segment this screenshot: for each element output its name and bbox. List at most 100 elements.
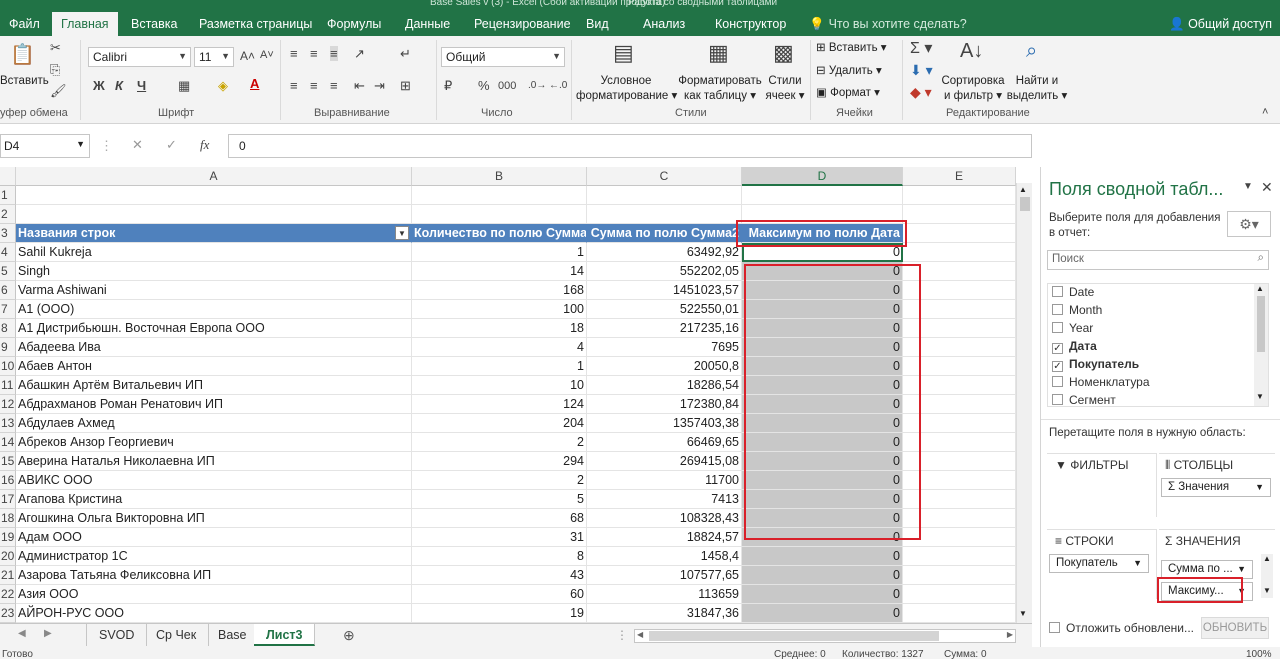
select-all-corner[interactable] xyxy=(0,167,16,186)
qty-cell[interactable]: 100 xyxy=(412,300,587,319)
cell[interactable] xyxy=(903,395,1016,414)
qty-cell[interactable]: 1 xyxy=(412,243,587,262)
column-header-a[interactable]: A xyxy=(16,167,412,186)
cell-styles-button[interactable]: Стили ячеек ▾ xyxy=(764,74,806,104)
conditional-format-icon[interactable]: ▤ xyxy=(613,40,634,66)
row-label-cell[interactable]: Varma Ashiwani xyxy=(16,281,412,300)
row-header[interactable]: 14 xyxy=(0,433,16,452)
scroll-down-icon[interactable]: ▼ xyxy=(1263,586,1271,595)
sum-cell[interactable]: 1451023,57 xyxy=(587,281,742,300)
max-date-cell[interactable]: 0 xyxy=(742,490,903,509)
sum-cell[interactable]: 552202,05 xyxy=(587,262,742,281)
align-left-icon[interactable]: ≡ xyxy=(290,78,298,93)
align-middle-icon[interactable]: ≡ xyxy=(310,46,318,61)
cell[interactable] xyxy=(16,205,412,224)
row-label-cell[interactable]: А1 Дистрибьюшн. Восточная Европа ООО xyxy=(16,319,412,338)
comma-style-icon[interactable]: 000 xyxy=(498,80,516,92)
format-table-icon[interactable]: ▦ xyxy=(708,40,729,66)
merge-cells-icon[interactable]: ⊞ xyxy=(400,78,411,94)
qty-cell[interactable]: 204 xyxy=(412,414,587,433)
max-date-cell[interactable]: 0 xyxy=(742,471,903,490)
cell[interactable] xyxy=(16,186,412,205)
sum-cell[interactable]: 1357403,38 xyxy=(587,414,742,433)
find-select-button[interactable]: Найти и выделить ▾ xyxy=(1006,74,1068,104)
row-label-cell[interactable]: Агапова Кристина xyxy=(16,490,412,509)
tab-design[interactable]: Конструктор xyxy=(706,12,795,36)
qty-cell[interactable]: 4 xyxy=(412,338,587,357)
chevron-down-icon[interactable]: ▼ xyxy=(1243,181,1253,192)
cell[interactable] xyxy=(903,604,1016,623)
font-size-select[interactable]: 11 ▼ xyxy=(194,47,234,67)
paste-icon[interactable]: 📋 xyxy=(10,42,35,67)
cell[interactable] xyxy=(903,262,1016,281)
increase-decimal-icon[interactable]: .0→ xyxy=(528,80,546,91)
scroll-up-icon[interactable]: ▲ xyxy=(1019,185,1027,194)
tab-file[interactable]: Файл xyxy=(0,12,49,36)
insert-cells-button[interactable]: ⊞ Вставить ▾ xyxy=(816,41,887,56)
cell[interactable] xyxy=(903,186,1016,205)
format-cells-button[interactable]: ▣ Формат ▾ xyxy=(816,86,880,101)
sum-cell[interactable]: 66469,65 xyxy=(587,433,742,452)
row-header[interactable]: 5 xyxy=(0,262,16,281)
cell[interactable] xyxy=(412,205,587,224)
currency-icon[interactable]: ₽ xyxy=(444,78,452,94)
scroll-up-icon[interactable]: ▲ xyxy=(1256,284,1264,293)
row-label-cell[interactable]: АВИКС ООО xyxy=(16,471,412,490)
decrease-indent-icon[interactable]: ⇤ xyxy=(354,78,365,94)
sum-cell[interactable]: 7413 xyxy=(587,490,742,509)
cancel-icon[interactable]: ✕ xyxy=(132,137,143,153)
cell[interactable] xyxy=(903,300,1016,319)
italic-button[interactable]: К xyxy=(115,78,123,93)
sum-cell[interactable]: 18286,54 xyxy=(587,376,742,395)
scroll-right-icon[interactable]: ▶ xyxy=(1007,630,1013,639)
pivot-header-row-labels[interactable]: Названия строк ▼ xyxy=(16,224,412,243)
max-date-cell[interactable]: 0 xyxy=(742,376,903,395)
name-box[interactable]: D4 ▼ xyxy=(0,134,90,158)
max-date-cell[interactable]: 0 xyxy=(742,300,903,319)
align-center-icon[interactable]: ≡ xyxy=(310,78,318,93)
row-header[interactable]: 20 xyxy=(0,547,16,566)
paste-button[interactable]: Вставить xyxy=(0,74,49,89)
sum-cell[interactable]: 269415,08 xyxy=(587,452,742,471)
grow-font-icon[interactable]: A˄ xyxy=(240,49,255,63)
tab-home[interactable]: Главная xyxy=(52,12,118,36)
shrink-font-icon[interactable]: A˅ xyxy=(260,49,274,61)
add-sheet-icon[interactable]: ⊕ xyxy=(343,627,355,644)
zoom-level[interactable]: 100% xyxy=(1246,649,1272,659)
scroll-down-icon[interactable]: ▼ xyxy=(1256,392,1264,401)
cell[interactable] xyxy=(903,243,1016,262)
field-6-checkbox[interactable]: Номенклатура xyxy=(1052,375,1150,389)
formula-input[interactable]: 0 xyxy=(228,134,1032,158)
gear-icon[interactable]: ⚙▾ xyxy=(1227,211,1271,237)
font-name-select[interactable]: Calibri ▼ xyxy=(88,47,191,67)
percent-icon[interactable]: % xyxy=(478,78,490,93)
row-header[interactable]: 6 xyxy=(0,281,16,300)
max-date-cell[interactable]: 0 xyxy=(742,433,903,452)
row-header[interactable]: 3 xyxy=(0,224,16,243)
fill-color-icon[interactable]: ◈ xyxy=(218,78,228,94)
max-date-cell[interactable]: 0 xyxy=(742,566,903,585)
row-label-cell[interactable]: Агошкина Ольга Викторовна ИП xyxy=(16,509,412,528)
qty-cell[interactable]: 2 xyxy=(412,433,587,452)
row-label-cell[interactable]: АЙРОН-РУС ООО xyxy=(16,604,412,623)
wrap-text-icon[interactable]: ↵ xyxy=(400,46,411,62)
cell[interactable] xyxy=(903,433,1016,452)
field-3-checkbox[interactable]: Year xyxy=(1052,321,1093,335)
collapse-ribbon-icon[interactable]: ˄ xyxy=(1262,106,1268,118)
row-label-cell[interactable]: Абадеева Ива xyxy=(16,338,412,357)
delete-cells-button[interactable]: ⊟ Удалить ▾ xyxy=(816,64,882,79)
tab-formulas[interactable]: Формулы xyxy=(318,12,390,36)
row-header[interactable]: 9 xyxy=(0,338,16,357)
tab-view[interactable]: Вид xyxy=(577,12,618,36)
columns-area[interactable]: ⦀ СТОЛБЦЫ Σ Значения ▼ xyxy=(1159,453,1275,517)
confirm-icon[interactable]: ✓ xyxy=(166,137,177,153)
values-scrollbar[interactable]: ▲ ▼ xyxy=(1261,554,1273,598)
row-label-cell[interactable]: Администратор 1С xyxy=(16,547,412,566)
cell[interactable] xyxy=(903,547,1016,566)
tab-data[interactable]: Данные xyxy=(396,12,459,36)
column-header-d[interactable]: D xyxy=(742,167,903,186)
font-color-icon[interactable]: A xyxy=(250,76,259,91)
vertical-scrollbar[interactable]: ▲ ▼ xyxy=(1016,183,1032,623)
prev-sheet-icon[interactable]: ◀ xyxy=(18,628,26,639)
field-5-checkbox[interactable]: ✓ Покупатель xyxy=(1052,357,1139,372)
